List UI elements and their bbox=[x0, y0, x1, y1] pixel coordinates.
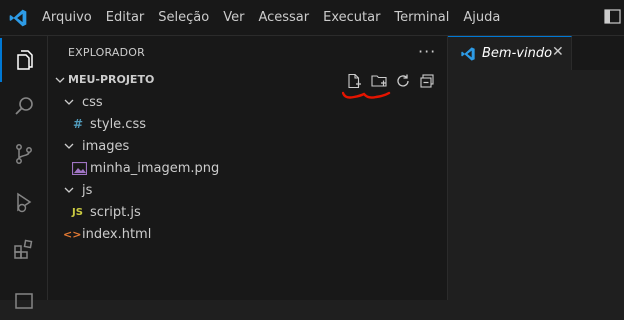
project-name: MEU-PROJETO bbox=[68, 73, 155, 86]
project-header[interactable]: MEU-PROJETO bbox=[48, 70, 447, 99]
tree-file-index-html[interactable]: <> index.html bbox=[48, 224, 447, 246]
tree-folder-css[interactable]: css bbox=[48, 92, 447, 114]
menu-ajuda[interactable]: Ajuda bbox=[456, 0, 507, 35]
menu-editar[interactable]: Editar bbox=[99, 0, 152, 35]
tree-label: style.css bbox=[90, 117, 146, 132]
menu-terminal[interactable]: Terminal bbox=[387, 0, 456, 35]
new-file-icon[interactable] bbox=[345, 72, 363, 90]
editor-area[interactable] bbox=[448, 70, 624, 300]
tree-folder-js[interactable]: js bbox=[48, 180, 447, 202]
remote-icon[interactable] bbox=[0, 276, 47, 320]
more-actions-button[interactable]: ··· bbox=[418, 42, 436, 61]
tree-label: images bbox=[82, 139, 130, 154]
tree-label: script.js bbox=[90, 205, 141, 220]
new-folder-icon[interactable] bbox=[370, 72, 388, 90]
vscode-logo-icon bbox=[461, 47, 475, 61]
chevron-down-icon bbox=[64, 143, 74, 149]
tab-label: Bem-vindo bbox=[482, 46, 553, 61]
tree-label: css bbox=[82, 95, 103, 110]
menu-acessar[interactable]: Acessar bbox=[251, 0, 316, 35]
explorer-sidebar: EXPLORADOR ··· MEU-PROJETO css # style.c… bbox=[48, 36, 448, 300]
tree-label: js bbox=[82, 183, 93, 198]
tree-label: index.html bbox=[82, 227, 152, 242]
explorer-icon[interactable] bbox=[0, 38, 47, 82]
explorer-title: EXPLORADOR bbox=[68, 46, 146, 59]
tree-file-script-js[interactable]: JS script.js bbox=[48, 202, 447, 224]
title-menu-bar: Arquivo Editar Seleção Ver Acessar Execu… bbox=[0, 0, 624, 36]
tab-bem-vindo[interactable]: Bem-vindo ✕ bbox=[448, 36, 572, 71]
menu-executar[interactable]: Executar bbox=[316, 0, 387, 35]
menu-ver[interactable]: Ver bbox=[216, 0, 251, 35]
js-file-icon: JS bbox=[72, 207, 83, 218]
collapse-all-icon[interactable] bbox=[418, 72, 436, 90]
chevron-down-icon bbox=[64, 187, 74, 193]
editor-tab-bar: Bem-vindo ✕ bbox=[448, 36, 624, 71]
tree-file-style-css[interactable]: # style.css bbox=[48, 114, 447, 136]
extensions-icon[interactable] bbox=[0, 228, 47, 272]
menu-arquivo[interactable]: Arquivo bbox=[35, 0, 99, 35]
source-control-icon[interactable] bbox=[0, 132, 47, 176]
panel-layout-icon[interactable] bbox=[604, 9, 621, 24]
html-file-icon: <> bbox=[63, 228, 82, 241]
refresh-icon[interactable] bbox=[394, 72, 412, 90]
tree-folder-images[interactable]: images bbox=[48, 136, 447, 158]
search-icon[interactable] bbox=[0, 84, 47, 128]
chevron-down-icon bbox=[55, 77, 65, 83]
tree-file-minha-imagem-png[interactable]: minha_imagem.png bbox=[48, 158, 447, 180]
css-file-icon: # bbox=[73, 117, 84, 131]
run-debug-icon[interactable] bbox=[0, 180, 47, 224]
close-icon[interactable]: ✕ bbox=[552, 44, 564, 60]
image-file-icon bbox=[72, 162, 87, 175]
menu-selecao[interactable]: Seleção bbox=[151, 0, 216, 35]
chevron-down-icon bbox=[64, 99, 74, 105]
vscode-logo-icon bbox=[9, 9, 27, 26]
tree-label: minha_imagem.png bbox=[90, 161, 220, 176]
activity-bar bbox=[0, 36, 48, 309]
